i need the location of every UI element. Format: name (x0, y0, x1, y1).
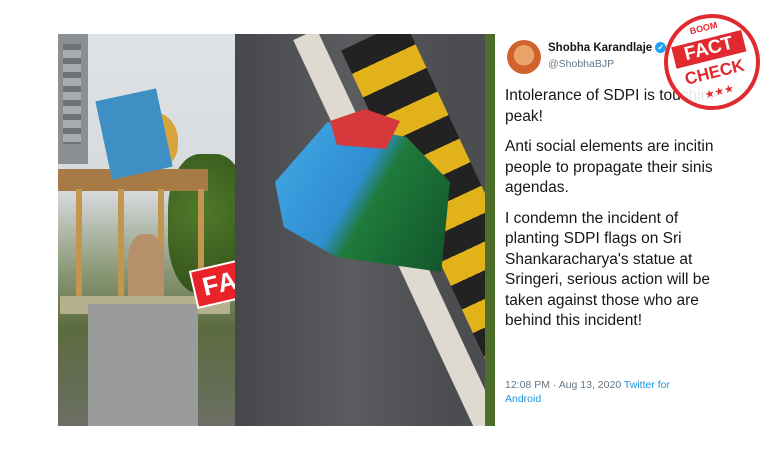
tweet-text: Intolerance of SDPI is touching peak! An… (505, 86, 713, 342)
draped-flag (95, 88, 173, 180)
tweet-paragraph: Anti social elements are inciting people… (505, 138, 713, 196)
building-background (58, 34, 88, 164)
roadside-grass (485, 34, 495, 426)
author-name-text[interactable]: Shobha Karandlaje (548, 42, 652, 54)
avatar[interactable] (507, 40, 541, 74)
statue-photo: FAKE (58, 34, 235, 426)
tweet-timestamp[interactable]: 12:08 PM · Aug 13, 2020 (505, 379, 621, 391)
collage-frame: FAKE Shobha Karandlaje ✓ @ShobhaBJP Intol… (58, 34, 713, 426)
statue (128, 234, 164, 300)
canopy-post (76, 189, 82, 299)
canopy-post (118, 189, 124, 299)
tweet-paragraph: I condemn the incident of planting SDPI … (505, 209, 711, 330)
road-flag-photo (235, 34, 495, 426)
pedestal (88, 304, 198, 426)
author-name[interactable]: Shobha Karandlaje ✓ (548, 42, 667, 54)
author-handle[interactable]: @ShobhaBJP (548, 58, 614, 70)
tweet-meta: 12:08 PM · Aug 13, 2020 Twitter for Andr… (505, 378, 705, 406)
